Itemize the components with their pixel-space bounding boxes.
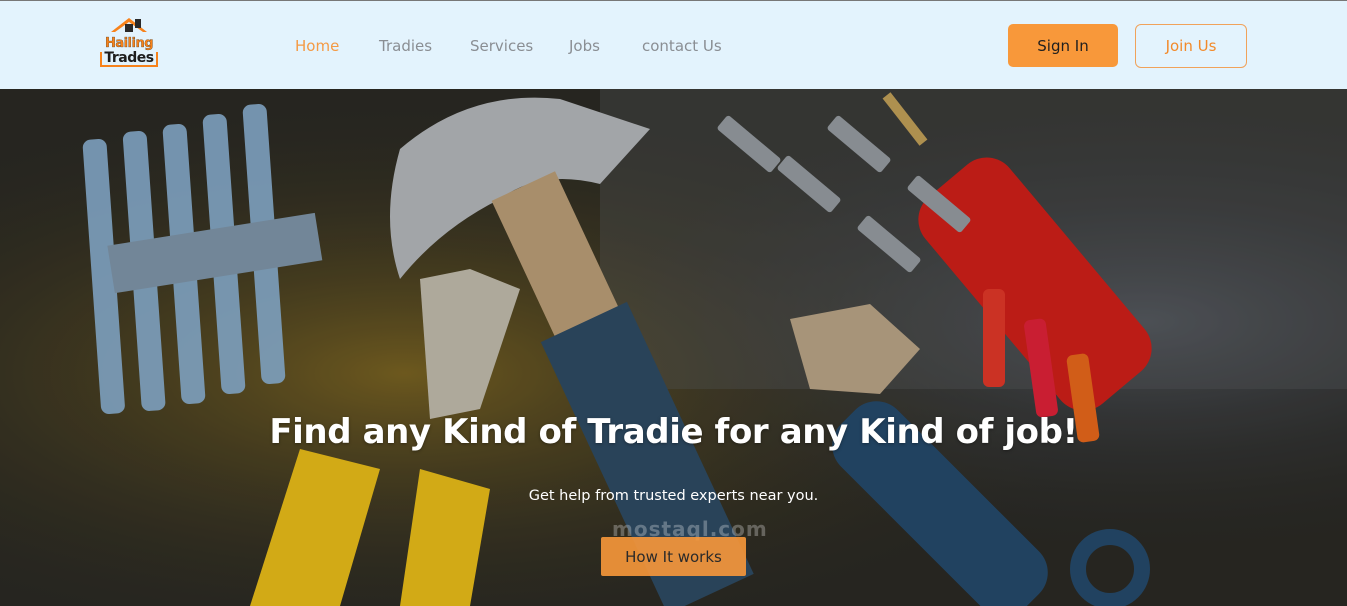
brand-logo[interactable]: Hailing Trades <box>97 16 161 74</box>
join-us-button[interactable]: Join Us <box>1135 24 1247 68</box>
how-it-works-button[interactable]: How It works <box>601 537 746 576</box>
hero-subtitle: Get help from trusted experts near you. <box>528 488 819 504</box>
sign-in-button[interactable]: Sign In <box>1008 24 1118 67</box>
nav-item-jobs[interactable]: Jobs <box>569 37 600 55</box>
nav-item-home[interactable]: Home <box>295 37 339 55</box>
site-header: Hailing Trades Home Tradies Services Job… <box>0 1 1347 89</box>
hero-banner: Find any Kind of Tradie for any Kind of … <box>0 89 1347 606</box>
nav-item-services[interactable]: Services <box>470 37 533 55</box>
nav-item-tradies[interactable]: Tradies <box>379 37 432 55</box>
logo-text-trades: Trades <box>104 50 154 66</box>
nav-item-contact-us[interactable]: contact Us <box>642 37 722 55</box>
hero-title: Find any Kind of Tradie for any Kind of … <box>269 412 1078 452</box>
logo-text-hailing: Hailing <box>104 36 154 51</box>
